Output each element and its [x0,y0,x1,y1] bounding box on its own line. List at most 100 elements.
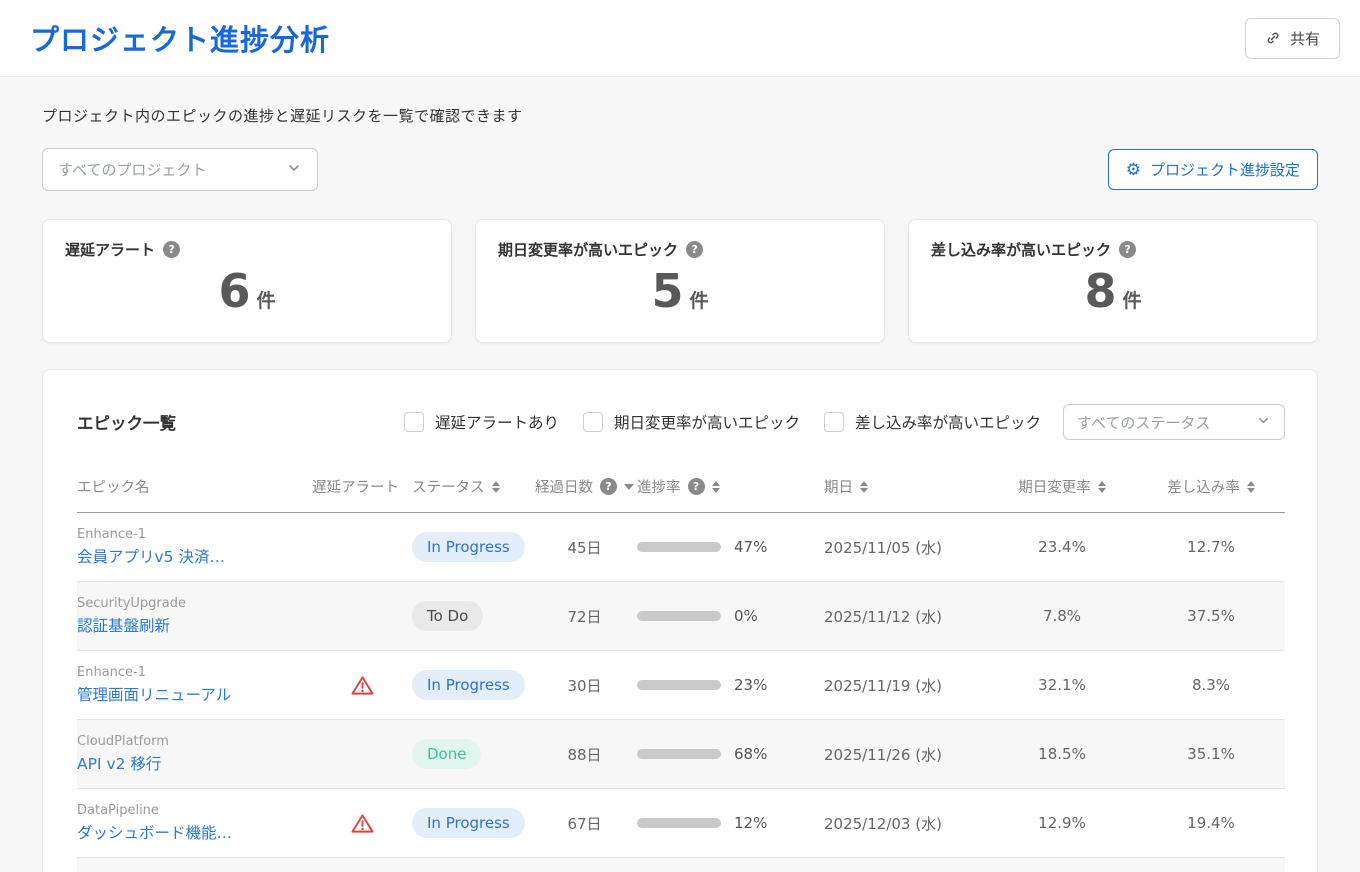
help-icon[interactable]: ? [688,478,705,495]
epic-name-link[interactable]: ダッシュボード機能… [77,821,312,843]
chevron-down-icon [1256,413,1271,432]
insertion-rate-value: 35.1% [1187,745,1235,763]
gear-icon: ⚙ [1126,161,1141,178]
due-change-rate-value: 18.5% [1038,745,1086,763]
project-progress-settings-button[interactable]: ⚙ プロジェクト進捗設定 [1108,149,1318,190]
insertion-rate-value: 19.4% [1187,814,1235,832]
due-change-rate-value: 12.9% [1038,814,1086,832]
insertion-rate-cell: 12.7% [1137,538,1285,556]
due-change-rate-cell: 7.8% [987,607,1137,625]
filter-label: 期日変更率が高いエピック [614,411,800,433]
status-cell: In Progress [412,532,532,562]
stat-value: 5件 [498,264,862,318]
help-icon[interactable]: ? [163,241,180,258]
checkbox-unchecked-icon[interactable] [404,412,424,432]
elapsed-days-value: 45日 [567,537,601,558]
epic-name-cell: SecurityUpgrade 認証基盤刷新 [77,596,312,636]
epic-project-key: CloudPlatform [77,734,312,749]
due-date-value: 2025/11/12 (水) [824,606,942,627]
stat-value: 8件 [931,264,1295,318]
progress-bar [637,818,721,828]
epic-project-key: DataPipeline [77,803,312,818]
due-date-cell: 2025/11/19 (水) [812,675,987,696]
share-button-label: 共有 [1290,28,1320,49]
sort-icon[interactable] [1247,481,1255,493]
stat-unit: 件 [1123,290,1142,312]
sort-icon[interactable] [712,481,720,493]
due-date-cell: 2025/11/12 (水) [812,606,987,627]
delay-alert-cell [312,606,412,627]
insertion-rate-cell: 8.3% [1137,676,1285,694]
elapsed-days-value: 30日 [567,675,601,696]
main-content: プロジェクト内のエピックの進捗と遅延リスクを一覧で確認できます すべてのプロジェ… [0,105,1360,872]
due-date-cell: 2025/11/26 (水) [812,744,987,765]
due-change-rate-value: 23.4% [1038,538,1086,556]
progress-value: 23% [734,676,767,694]
table-row-partial [77,858,1285,872]
sort-icon[interactable] [1098,481,1106,493]
elapsed-days-value: 67日 [567,813,601,834]
warning-triangle-icon [351,813,374,834]
project-filter-value: すべてのプロジェクト [58,159,206,180]
delay-alert-cell [312,675,412,696]
stat-card-delay-alert: 遅延アラート ? 6件 [42,219,452,343]
status-badge: In Progress [412,532,525,562]
column-elapsed-days[interactable]: 経過日数 ? [532,476,637,497]
epic-filter-checkbox[interactable]: 期日変更率が高いエピック [583,411,800,433]
stat-label: 遅延アラート [65,239,155,260]
insertion-rate-value: 8.3% [1192,676,1230,694]
progress-value: 0% [734,607,758,625]
settings-button-label: プロジェクト進捗設定 [1150,159,1300,180]
filter-label: 遅延アラートあり [435,411,559,433]
epic-list-card: エピック一覧 遅延アラートあり 期日変更率が高いエピック 差し込み率が高いエピッ… [42,369,1318,872]
sort-icon[interactable] [492,481,500,493]
sort-icon[interactable] [860,481,868,493]
epic-filter-checkbox[interactable]: 遅延アラートあり [404,411,559,433]
epic-project-key: Enhance-1 [77,665,312,680]
help-icon[interactable]: ? [1119,241,1136,258]
warning-triangle-icon [351,675,374,696]
help-icon[interactable]: ? [686,241,703,258]
column-due-change-rate[interactable]: 期日変更率 [987,476,1137,497]
help-icon[interactable]: ? [600,478,617,495]
epic-project-key: SecurityUpgrade [77,596,312,611]
delay-alert-cell [312,537,412,558]
sort-desc-icon[interactable] [624,484,634,490]
status-cell: To Do [412,601,532,631]
link-icon [1262,27,1285,50]
table-row: SecurityUpgrade 認証基盤刷新 To Do 72日 0% 2025… [77,582,1285,651]
checkbox-unchecked-icon[interactable] [824,412,844,432]
elapsed-days-cell: 45日 [532,537,637,558]
epic-name-link[interactable]: 認証基盤刷新 [77,614,312,636]
filter-label: 差し込み率が高いエピック [855,411,1041,433]
epic-project-key: Enhance-1 [77,527,312,542]
elapsed-days-cell: 72日 [532,606,637,627]
column-progress[interactable]: 進捗率 ? [637,476,812,497]
insertion-rate-cell: 35.1% [1137,745,1285,763]
progress-cell: 68% [637,745,812,763]
share-button[interactable]: 共有 [1245,18,1340,59]
epic-filter-checkbox[interactable]: 差し込み率が高いエピック [824,411,1041,433]
project-filter-select[interactable]: すべてのプロジェクト [42,148,318,191]
epic-name-link[interactable]: 管理画面リニューアル [77,683,312,705]
elapsed-days-value: 88日 [567,744,601,765]
epic-name-link[interactable]: API v2 移行 [77,752,312,774]
status-filter-select[interactable]: すべてのステータス [1063,404,1285,440]
column-insertion-rate[interactable]: 差し込み率 [1137,476,1285,497]
due-change-rate-cell: 23.4% [987,538,1137,556]
controls-row: すべてのプロジェクト ⚙ プロジェクト進捗設定 [42,148,1318,191]
elapsed-days-value: 72日 [567,606,601,627]
status-cell: In Progress [412,670,532,700]
epic-name-link[interactable]: 会員アプリv5 決済… [77,545,312,567]
column-due-date[interactable]: 期日 [812,476,987,497]
delay-alert-cell [312,744,412,765]
progress-value: 12% [734,814,767,832]
table-row: DataPipeline ダッシュボード機能… In Progress 67日 … [77,789,1285,858]
checkbox-unchecked-icon[interactable] [583,412,603,432]
elapsed-days-cell: 30日 [532,675,637,696]
status-badge: In Progress [412,808,525,838]
delay-alert-cell [312,813,412,834]
due-date-cell: 2025/11/05 (水) [812,537,987,558]
status-badge: To Do [412,601,483,631]
column-status[interactable]: ステータス [412,476,532,497]
